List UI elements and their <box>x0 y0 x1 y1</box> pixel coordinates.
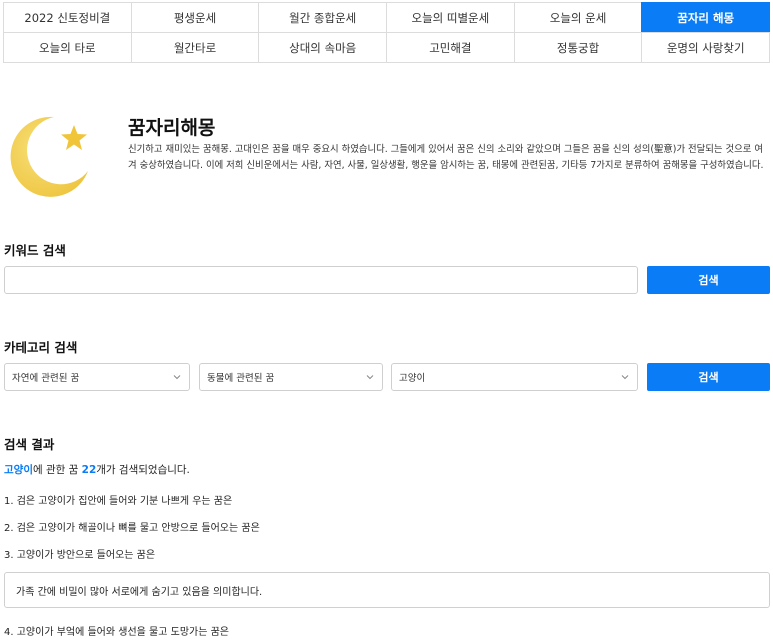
nav-row-1: 2022 신토정비결 평생운세 월간 종합운세 오늘의 띠별운세 오늘의 운세 … <box>3 2 771 33</box>
results-keyword: 고양이 <box>4 464 33 476</box>
category-select-2-value: 동물에 관련된 꿈 <box>207 373 275 384</box>
result-item[interactable]: 4. 고양이가 부엌에 들어와 생선을 물고 도망가는 꿈은 <box>4 623 229 638</box>
nav-tab-lifetime[interactable]: 평생운세 <box>130 2 260 33</box>
category-select-3[interactable]: 고양이 <box>391 363 638 391</box>
category-select-3-value: 고양이 <box>399 373 426 384</box>
keyword-search-title: 키워드 검색 <box>4 243 66 258</box>
nav-tab-monthly[interactable]: 월간 종합운세 <box>258 2 388 33</box>
result-item[interactable]: 3. 고양이가 방안으로 들어오는 꿈은 <box>4 546 155 561</box>
nav-row-2: 오늘의 타로 월간타로 상대의 속마음 고민해결 정통궁합 운명의 사랑찾기 <box>3 32 771 63</box>
result-item[interactable]: 2. 검은 고양이가 해골이나 뼈를 물고 안방으로 들어오는 꿈은 <box>4 519 260 534</box>
nav-tab-zodiac[interactable]: 오늘의 띠별운세 <box>386 2 515 33</box>
keyword-search-input[interactable] <box>4 266 638 294</box>
result-answer-box: 가족 간에 비밀이 많아 서로에게 숨기고 있음을 의미합니다. <box>4 572 770 608</box>
moon-star-icon <box>10 116 89 197</box>
nav-tab-worry[interactable]: 고민해결 <box>386 32 515 63</box>
category-select-1[interactable]: 자연에 관련된 꿈 <box>4 363 190 391</box>
results-summary-mid: 에 관한 꿈 <box>32 464 82 476</box>
page-title: 꿈자리해몽 <box>128 117 216 139</box>
nav-tab-compat[interactable]: 정통궁합 <box>513 32 643 63</box>
keyword-search-button[interactable]: 검색 <box>647 266 770 294</box>
result-item[interactable]: 1. 검은 고양이가 집안에 들어와 기분 나쁘게 우는 꿈은 <box>4 492 232 507</box>
category-select-1-value: 자연에 관련된 꿈 <box>12 373 80 384</box>
nav-tab-love[interactable]: 운명의 사랑찾기 <box>641 32 771 63</box>
results-summary: 고양이에 관한 꿈 22개가 검색되었습니다. <box>4 462 190 477</box>
chevron-down-icon <box>621 375 629 380</box>
top-nav: 2022 신토정비결 평생운세 월간 종합운세 오늘의 띠별운세 오늘의 운세 … <box>3 2 771 63</box>
chevron-down-icon <box>366 375 374 380</box>
nav-tab-mind[interactable]: 상대의 속마음 <box>258 32 388 63</box>
result-answer-text: 가족 간에 비밀이 많아 서로에게 숨기고 있음을 의미합니다. <box>16 586 263 598</box>
results-count: 22 <box>81 464 97 476</box>
intro-description: 신기하고 재미있는 꿈해몽. 고대인은 꿈을 매우 중요시 하였습니다. 그들에… <box>128 144 764 171</box>
chevron-down-icon <box>173 375 181 380</box>
nav-tab-tojeong[interactable]: 2022 신토정비결 <box>3 2 132 33</box>
category-search-title: 카테고리 검색 <box>4 340 78 355</box>
category-search-button[interactable]: 검색 <box>647 363 770 391</box>
nav-tab-today[interactable]: 오늘의 운세 <box>513 2 643 33</box>
nav-tab-monthly-tarot[interactable]: 월간타로 <box>130 32 260 63</box>
results-summary-end: 개가 검색되었습니다. <box>96 464 190 476</box>
category-select-2[interactable]: 동물에 관련된 꿈 <box>199 363 383 391</box>
nav-tab-today-tarot[interactable]: 오늘의 타로 <box>3 32 132 63</box>
nav-tab-dream[interactable]: 꿈자리 해몽 <box>641 2 771 33</box>
results-title: 검색 결과 <box>4 437 55 452</box>
